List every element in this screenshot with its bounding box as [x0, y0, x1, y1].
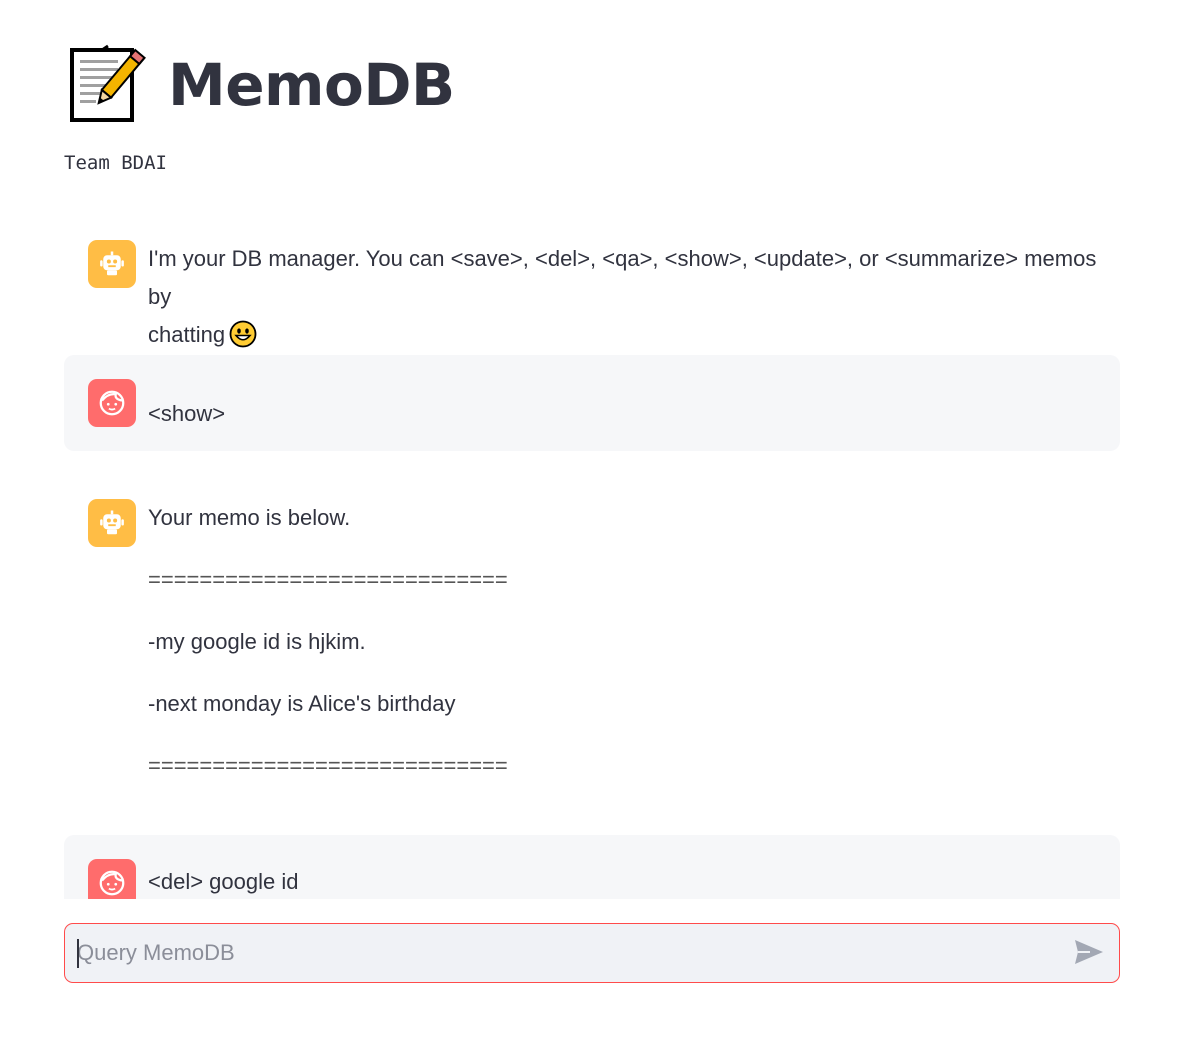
robot-icon	[88, 499, 136, 547]
app-page: MemoDB Team BDAI I'm your DB manager. Yo…	[0, 0, 1184, 1060]
team-caption: Team BDAI	[64, 152, 167, 174]
send-icon	[1074, 939, 1104, 970]
message-line: I'm your DB manager. You can <save>, <de…	[148, 246, 1097, 309]
user-face-icon	[88, 379, 136, 427]
memo-icon	[66, 42, 152, 128]
memo-item: -next monday is Alice's birthday	[148, 691, 456, 716]
chat-input[interactable]	[77, 924, 1057, 982]
message-content: Your memo is below. ====================…	[148, 499, 1120, 785]
message-line: chatting	[148, 322, 226, 347]
user-face-icon	[88, 859, 136, 899]
message-content: I'm your DB manager. You can <save>, <de…	[148, 240, 1120, 354]
chat-message-user: <del> google id	[64, 835, 1120, 899]
grinning-face-icon	[229, 320, 257, 348]
message-content: <del> google id	[148, 863, 1120, 899]
chat-messages: I'm your DB manager. You can <save>, <de…	[64, 210, 1120, 899]
chat-input-container	[64, 923, 1120, 983]
memo-item: -my google id is hjkim.	[148, 629, 366, 654]
text-caret	[77, 939, 79, 968]
message-line-wrap: chatting	[148, 316, 1120, 354]
send-button[interactable]	[1073, 938, 1105, 970]
divider-line: ============================	[148, 567, 508, 592]
message-line: <del> google id	[148, 869, 299, 894]
robot-icon	[88, 240, 136, 288]
page-header: MemoDB	[66, 40, 455, 130]
page-title: MemoDB	[168, 51, 455, 119]
chat-message-user: <show>	[64, 355, 1120, 451]
divider-line: ============================	[148, 753, 508, 778]
chat-message-assistant: I'm your DB manager. You can <save>, <de…	[64, 220, 1120, 348]
message-line: Your memo is below.	[148, 505, 351, 530]
message-content: <show>	[148, 395, 1120, 433]
chat-message-assistant: Your memo is below. ====================…	[64, 475, 1120, 805]
message-line: <show>	[148, 401, 226, 426]
